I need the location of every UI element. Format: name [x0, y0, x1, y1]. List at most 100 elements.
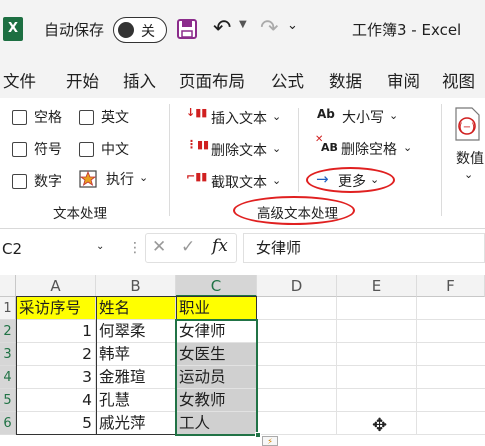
autosave-toggle[interactable]: 关	[113, 17, 167, 43]
value-button[interactable]: (−) 数值 ⌄	[452, 106, 484, 181]
formula-bar: C2 ⌄ ⋮ ✕ ✓ fx 女律师	[0, 229, 485, 269]
column-separator	[298, 108, 299, 192]
column-header-e[interactable]: E	[337, 275, 417, 297]
autosave-state: 关	[141, 24, 155, 40]
delete-text-label: 删除文本	[211, 143, 267, 159]
delete-text-dropdown-icon: ⌄	[272, 142, 282, 155]
cell-a5[interactable]: 4	[16, 389, 96, 412]
insert-text-dropdown-icon: ⌄	[272, 110, 282, 123]
checkbox-chinese[interactable]	[79, 142, 94, 157]
undo-dropdown-icon[interactable]: ▼	[239, 19, 247, 30]
toggle-knob	[118, 22, 134, 38]
extract-text-dropdown-icon: ⌄	[272, 174, 282, 187]
cell-b4[interactable]: 金雅瑄	[96, 366, 176, 389]
execute-button[interactable]: 执行 ⌄	[79, 170, 148, 192]
formula-bar-grip-icon: ⋮	[128, 240, 142, 256]
checkbox-number[interactable]	[12, 174, 27, 189]
more-label: 更多	[338, 174, 366, 190]
tab-insert[interactable]: 插入	[123, 68, 156, 92]
group-text-processing-label: 文本处理	[53, 206, 107, 222]
column-header-b[interactable]: B	[96, 275, 176, 297]
cell-a4[interactable]: 3	[16, 366, 96, 389]
more-dropdown-icon: ⌄	[370, 173, 380, 186]
autosave-label: 自动保存	[44, 21, 105, 39]
remove-spaces-dropdown-icon: ⌄	[403, 141, 413, 154]
cell-c5[interactable]: 女教师	[176, 389, 257, 412]
value-convert-icon: (−)	[455, 107, 480, 141]
cell-c4[interactable]: 运动员	[176, 366, 257, 389]
row-header-3[interactable]: 3	[0, 343, 16, 366]
document-title: 工作簿3 - Excel	[352, 21, 462, 39]
ribbon: 空格 符号 数字 英文 中文 执行 ⌄ 文本处理 ↓▮▮ 插入文本 ⌄ ⋮▮▮ …	[0, 98, 485, 229]
group-separator-2	[441, 104, 442, 216]
cell-a2[interactable]: 1	[16, 320, 96, 343]
group-advanced-text-label: 高级文本处理	[257, 206, 338, 222]
cell-c3[interactable]: 女医生	[176, 343, 257, 366]
excel-logo-icon: X	[3, 17, 23, 41]
insert-text-label: 插入文本	[211, 111, 267, 127]
cell-b6[interactable]: 戚光萍	[96, 412, 176, 435]
tab-page-layout[interactable]: 页面布局	[179, 68, 245, 92]
select-all-corner[interactable]	[0, 275, 16, 297]
empty-cells[interactable]	[257, 297, 485, 435]
undo-icon[interactable]: ↶	[213, 16, 231, 41]
cancel-icon[interactable]: ✕	[152, 237, 166, 257]
cell-b5[interactable]: 孔慧	[96, 389, 176, 412]
row-header-5[interactable]: 5	[0, 389, 16, 412]
extract-text-label: 截取文本	[211, 175, 267, 191]
cell-c6[interactable]: 工人	[176, 412, 257, 435]
customize-toolbar-icon[interactable]: ⌄	[287, 18, 298, 33]
insert-function-icon[interactable]: fx	[212, 236, 228, 256]
row-header-1[interactable]: 1	[0, 297, 16, 320]
cell-c2[interactable]: 女律师	[176, 320, 257, 343]
value-label: 数值	[456, 151, 484, 167]
cell-a6[interactable]: 5	[16, 412, 96, 435]
cell-a3[interactable]: 2	[16, 343, 96, 366]
tab-file[interactable]: 文件	[3, 68, 36, 92]
execute-label: 执行	[106, 172, 134, 188]
table-inner-border-2	[176, 296, 177, 435]
formula-input[interactable]: 女律师	[243, 233, 485, 263]
checkbox-english[interactable]	[79, 110, 94, 125]
insert-text-icon: ↓▮▮	[186, 106, 208, 119]
column-header-c[interactable]: C	[176, 275, 257, 297]
change-case-label: 大小写	[342, 110, 384, 126]
svg-text:(−): (−)	[459, 122, 475, 133]
tab-review[interactable]: 审阅	[387, 68, 420, 92]
cell-c1[interactable]: 职业	[176, 297, 257, 320]
save-icon[interactable]	[177, 19, 197, 43]
value-dropdown-icon: ⌄	[464, 168, 474, 181]
checkbox-space[interactable]	[12, 110, 27, 125]
column-header-d[interactable]: D	[257, 275, 337, 297]
cell-b2[interactable]: 何翠柔	[96, 320, 176, 343]
name-box-dropdown-icon[interactable]: ⌄	[96, 241, 104, 252]
group-separator	[169, 104, 170, 216]
cell-b3[interactable]: 韩苹	[96, 343, 176, 366]
change-case-dropdown-icon: ⌄	[389, 109, 399, 122]
cell-a1[interactable]: 采访序号	[16, 297, 96, 320]
row-header-6[interactable]: 6	[0, 412, 16, 435]
checkbox-symbol[interactable]	[12, 142, 27, 157]
enter-icon[interactable]: ✓	[181, 237, 195, 257]
checkbox-chinese-label: 中文	[101, 142, 129, 158]
tab-formulas[interactable]: 公式	[271, 68, 304, 92]
row-header-2[interactable]: 2	[0, 320, 16, 343]
row-header-4[interactable]: 4	[0, 366, 16, 389]
execute-dropdown-icon: ⌄	[139, 171, 149, 184]
tab-view[interactable]: 视图	[442, 68, 475, 92]
table-inner-border-1	[96, 296, 97, 435]
tab-data[interactable]: 数据	[329, 68, 362, 92]
checkbox-english-label: 英文	[101, 110, 129, 126]
quick-analysis-icon[interactable]: ⚡	[262, 436, 278, 446]
title-bar: X 自动保存 关 ↶ ▼ ↷ ⌄ 工作簿3 - Excel	[0, 0, 485, 60]
tab-home[interactable]: 开始	[66, 68, 99, 92]
cell-b1[interactable]: 姓名	[96, 297, 176, 320]
remove-spaces-icon-text: AB	[321, 141, 338, 154]
checkbox-number-label: 数字	[34, 174, 62, 190]
column-header-f[interactable]: F	[417, 275, 485, 297]
redo-icon[interactable]: ↷	[260, 16, 278, 41]
change-case-icon: Ab	[317, 107, 335, 121]
extract-text-icon: ⌐▮▮	[186, 170, 208, 183]
fill-handle[interactable]	[255, 432, 261, 438]
column-header-a[interactable]: A	[16, 275, 96, 297]
